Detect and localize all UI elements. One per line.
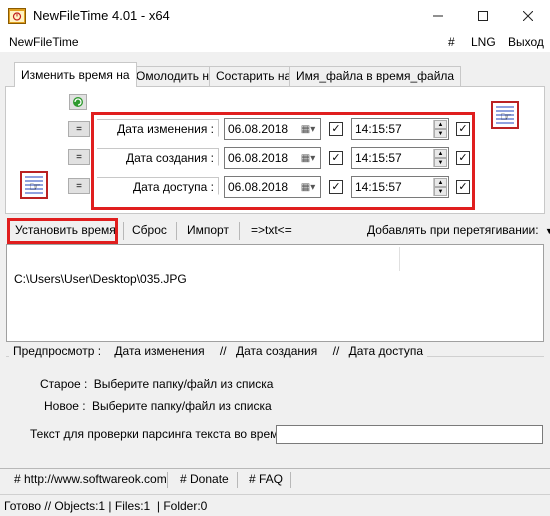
toolbar-separator xyxy=(123,222,124,240)
calendar-right-icon[interactable]: ☞ xyxy=(491,101,519,129)
spin-up-icon[interactable]: ▲ xyxy=(434,149,447,158)
preview-col-created: Дата создания xyxy=(235,344,318,358)
reset-button[interactable]: Сброс xyxy=(126,220,173,242)
checkbox-created-time[interactable]: ✓ xyxy=(456,151,470,165)
tab-change-time[interactable]: Изменить время на xyxy=(14,62,137,87)
time-spinner-created[interactable]: ▲ ▼ xyxy=(433,149,447,167)
website-link[interactable]: # http://www.softwareok.com xyxy=(14,472,167,486)
menu-exit[interactable]: Выход xyxy=(508,35,544,49)
import-button[interactable]: Импорт xyxy=(181,220,235,242)
toolbar-separator xyxy=(239,222,240,240)
spin-up-icon[interactable]: ▲ xyxy=(434,120,447,129)
preview-header: Предпросмотр : Дата изменения // Дата со… xyxy=(9,344,428,358)
menu-hash[interactable]: # xyxy=(448,35,455,49)
close-button[interactable] xyxy=(505,0,550,32)
old-row: Старое : Выберите папку/файл из списка xyxy=(40,377,273,391)
column-divider xyxy=(399,247,400,271)
label-accessed-date: Дата доступа : xyxy=(97,177,219,195)
preview-sep: // xyxy=(219,344,227,358)
equal-button-accessed[interactable]: = xyxy=(68,178,90,194)
spin-up-icon[interactable]: ▲ xyxy=(434,178,447,187)
link-separator xyxy=(237,472,238,488)
equal-button-modified[interactable]: = xyxy=(68,121,90,137)
checkbox-modified-date[interactable]: ✓ xyxy=(329,122,343,136)
old-value: Выберите папку/файл из списка xyxy=(93,377,274,391)
link-separator xyxy=(167,472,168,488)
title-bar: NewFileTime 4.01 - x64 xyxy=(0,0,550,32)
add-on-drag-dropdown[interactable]: Добавлять при перетягивании: ▼ xyxy=(361,220,550,242)
link-separator xyxy=(290,472,291,488)
parse-label: Текст для проверки парсинга текста во вр… xyxy=(30,427,285,441)
new-label: Новое : xyxy=(44,399,86,413)
menu-language[interactable]: LNG xyxy=(471,35,496,49)
calendar-left-icon[interactable]: ☞ xyxy=(20,171,48,199)
app-icon xyxy=(8,8,26,24)
checkbox-accessed-time[interactable]: ✓ xyxy=(456,180,470,194)
spin-down-icon[interactable]: ▼ xyxy=(434,158,447,167)
minimize-button[interactable] xyxy=(415,0,460,32)
status-text: Готово // Objects:1 | Files:1 | Folder:0 xyxy=(4,499,208,513)
add-on-drag-label: Добавлять при перетягивании: xyxy=(367,223,539,237)
export-txt-button[interactable]: =>txt<= xyxy=(245,220,298,242)
label-modified-date: Дата изменения : xyxy=(97,119,219,137)
checkbox-modified-time[interactable]: ✓ xyxy=(456,122,470,136)
new-row: Новое : Выберите папку/файл из списка xyxy=(44,399,272,413)
parse-text-input[interactable] xyxy=(276,425,543,444)
tab-filename-to-time[interactable]: Имя_файла в время_файла xyxy=(289,66,462,86)
label-created-date: Дата создания : xyxy=(97,148,219,166)
list-item[interactable]: C:\Users\User\Desktop\035.JPG xyxy=(14,272,187,286)
menu-bar: NewFileTime # LNG Выход xyxy=(0,32,550,52)
calendar-dropdown-icon[interactable]: ▦▾ xyxy=(298,149,318,167)
maximize-button[interactable] xyxy=(460,0,505,32)
preview-label: Предпросмотр : xyxy=(13,344,102,358)
donate-link[interactable]: # Donate xyxy=(180,472,229,486)
spin-down-icon[interactable]: ▼ xyxy=(434,187,447,196)
calendar-dropdown-icon[interactable]: ▦▾ xyxy=(298,178,318,196)
preview-sep: // xyxy=(332,344,340,358)
calendar-dropdown-icon[interactable]: ▦▾ xyxy=(298,120,318,138)
refresh-icon[interactable] xyxy=(69,94,87,110)
tab-age[interactable]: Состарить на xyxy=(209,66,299,86)
file-list[interactable]: C:\Users\User\Desktop\035.JPG xyxy=(6,244,544,342)
faq-link[interactable]: # FAQ xyxy=(249,472,283,486)
set-time-button[interactable]: Установить время xyxy=(9,220,122,242)
checkbox-accessed-date[interactable]: ✓ xyxy=(329,180,343,194)
time-spinner-modified[interactable]: ▲ ▼ xyxy=(433,120,447,138)
time-spinner-accessed[interactable]: ▲ ▼ xyxy=(433,178,447,196)
equal-button-created[interactable]: = xyxy=(68,149,90,165)
chevron-down-icon: ▼ xyxy=(544,226,550,236)
window-title: NewFileTime 4.01 - x64 xyxy=(33,8,170,23)
spin-down-icon[interactable]: ▼ xyxy=(434,129,447,138)
new-value: Выберите папку/файл из списка xyxy=(91,399,272,413)
preview-col-accessed: Дата доступа xyxy=(348,344,424,358)
preview-col-modified: Дата изменения xyxy=(114,344,205,358)
toolbar-separator xyxy=(176,222,177,240)
checkbox-created-date[interactable]: ✓ xyxy=(329,151,343,165)
menu-app-name[interactable]: NewFileTime xyxy=(9,35,79,49)
status-bar: Готово // Objects:1 | Files:1 | Folder:0 xyxy=(0,494,550,516)
old-label: Старое : xyxy=(40,377,88,391)
